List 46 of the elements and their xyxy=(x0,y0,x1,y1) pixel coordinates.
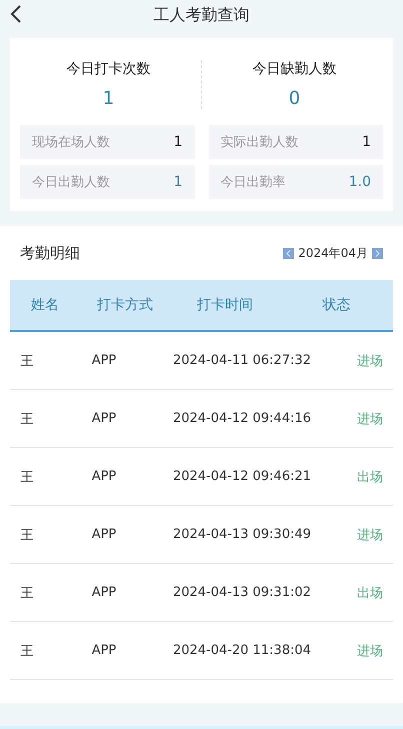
column-header: 姓名 xyxy=(30,296,60,314)
table-cell-text: 进场 xyxy=(356,642,384,660)
table-cell-text: APP xyxy=(90,469,118,484)
stat-value: 1 xyxy=(362,134,371,150)
table-cell-text: 王 xyxy=(20,642,34,660)
table-cell-text: 2024-04-13 09:31:02 xyxy=(172,585,312,600)
table-cell-text: 出场 xyxy=(356,584,384,602)
stat-value: 1 xyxy=(174,134,182,150)
table-cell-text: APP xyxy=(90,643,118,658)
table-cell-text: 2024-04-12 09:46:21 xyxy=(172,469,312,484)
page-title: 工人考勤查询 xyxy=(154,4,250,26)
month-label: 2024年04月 xyxy=(298,244,368,262)
stat-label: 现场在场人数 xyxy=(32,134,110,151)
back-icon[interactable] xyxy=(10,5,22,23)
table-cell-text: 进场 xyxy=(356,410,384,428)
column-header: 打卡方式 xyxy=(96,296,154,314)
summary-label: 今日缺勤人数 xyxy=(252,60,336,78)
table-cell-text: 2024-04-12 09:44:16 xyxy=(172,411,312,426)
next-month-icon[interactable] xyxy=(372,248,383,258)
stat-value: 1 xyxy=(174,174,182,190)
summary-value: 1 xyxy=(102,88,114,109)
table-cell-text: 出场 xyxy=(356,468,384,486)
table-cell-text: APP xyxy=(90,411,118,426)
table-cell-text: APP xyxy=(90,585,118,600)
table-cell-text: APP xyxy=(90,527,118,542)
table-cell-text: 王 xyxy=(20,584,34,602)
previous-month-icon[interactable] xyxy=(283,248,294,258)
table-cell-text: 王 xyxy=(20,410,34,428)
table-cell-text: 进场 xyxy=(356,352,384,370)
table-cell-text: 王 xyxy=(20,468,34,486)
table-cell-text: 2024-04-20 11:38:04 xyxy=(172,643,312,658)
stat-label: 今日出勤率 xyxy=(220,174,286,191)
table-cell-text: 2024-04-11 06:27:32 xyxy=(172,353,312,368)
table-cell-text: 进场 xyxy=(356,526,384,544)
table-cell-text: 2024-04-13 09:30:49 xyxy=(172,527,312,542)
table-cell-text: 王 xyxy=(20,352,34,370)
section-title: 考勤明细 xyxy=(20,244,80,262)
stat-label: 今日出勤人数 xyxy=(32,174,110,191)
table-cell-text: 王 xyxy=(20,526,34,544)
summary-label: 今日打卡次数 xyxy=(66,60,150,78)
column-header: 打卡时间 xyxy=(196,296,254,314)
summary-value: 0 xyxy=(288,88,300,109)
table-cell-text: APP xyxy=(90,353,118,368)
stat-value: 1.0 xyxy=(348,174,371,190)
column-header: 状态 xyxy=(322,296,352,314)
stat-label: 实际出勤人数 xyxy=(220,134,298,151)
